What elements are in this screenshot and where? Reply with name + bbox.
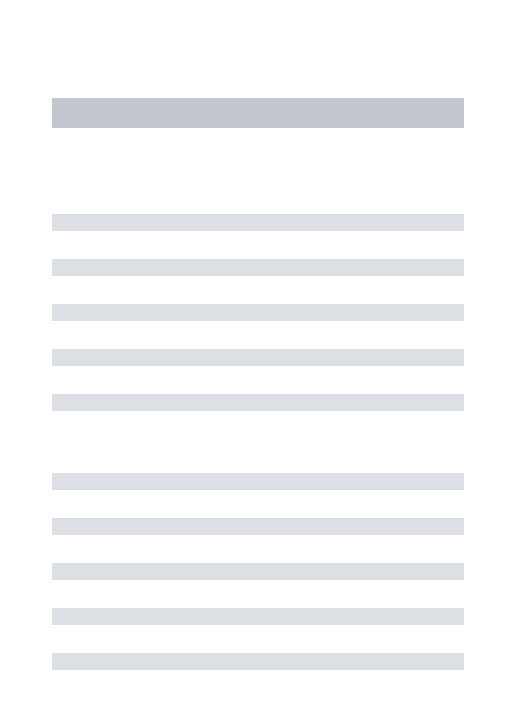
text-line-placeholder: [52, 608, 464, 625]
page-skeleton: [0, 0, 516, 670]
text-line-placeholder: [52, 214, 464, 231]
text-line-placeholder: [52, 563, 464, 580]
text-line-placeholder: [52, 653, 464, 670]
text-line-placeholder: [52, 259, 464, 276]
header-placeholder: [52, 98, 464, 128]
text-line-placeholder: [52, 518, 464, 535]
text-line-placeholder: [52, 304, 464, 321]
section-gap: [52, 439, 464, 473]
text-line-placeholder: [52, 349, 464, 366]
text-line-placeholder: [52, 473, 464, 490]
text-line-placeholder: [52, 394, 464, 411]
